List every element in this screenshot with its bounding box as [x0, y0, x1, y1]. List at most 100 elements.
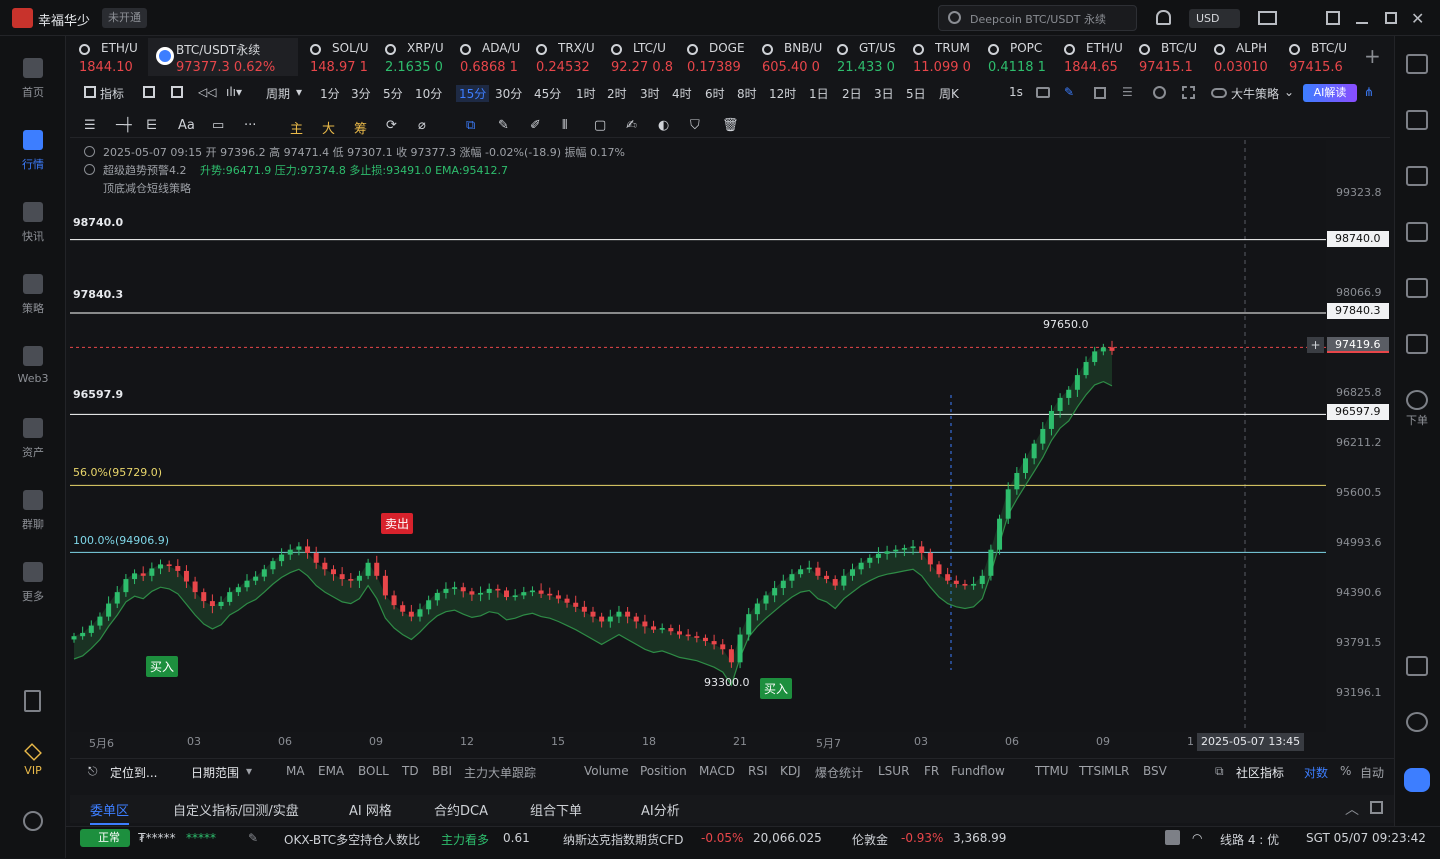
panel-tab[interactable]: 组合下单: [530, 800, 582, 819]
filter-icon[interactable]: ⛉: [690, 118, 700, 133]
text-icon[interactable]: Aa: [178, 118, 195, 133]
stats-icon[interactable]: [1406, 222, 1428, 242]
indicator-toggle[interactable]: Fundflow: [951, 764, 1005, 778]
layout-icon[interactable]: [1406, 54, 1428, 74]
locate-icon[interactable]: ⎋: [88, 764, 98, 779]
indicator-toggle[interactable]: 主力大单跟踪: [464, 764, 536, 781]
log-toggle[interactable]: 对数: [1304, 764, 1328, 781]
currency-select[interactable]: USD: [1189, 9, 1240, 28]
symbol-tab[interactable]: TRUM 11.099 0: [913, 38, 979, 76]
sidebar-item[interactable]: 策略: [0, 274, 66, 316]
pencil-icon[interactable]: ✎: [1064, 85, 1074, 99]
community-indicator-button[interactable]: 社区指标: [1236, 764, 1284, 781]
edit-icon[interactable]: ✍: [626, 118, 637, 133]
symbol-tab[interactable]: GT/US 21.433 0: [837, 38, 903, 76]
panel-tab[interactable]: 合约DCA: [434, 800, 488, 819]
collapse-icon[interactable]: [84, 146, 95, 157]
indicator-toggle[interactable]: BOLL: [358, 764, 389, 778]
symbol-tab[interactable]: XRP/U 2.1635 0: [385, 38, 451, 76]
sidebar-item[interactable]: 群聊: [0, 490, 66, 532]
interval-button[interactable]: 5日: [906, 85, 926, 102]
fullscreen-icon[interactable]: [1182, 86, 1195, 99]
share-icon[interactable]: ⋔: [1364, 85, 1374, 99]
panel-icon[interactable]: [1406, 656, 1428, 676]
symbol-tab[interactable]: BTC/U 97415.6: [1289, 38, 1351, 76]
period-select[interactable]: 周期: [266, 85, 290, 102]
symbol-tab[interactable]: ETH/U 1844.10: [79, 38, 147, 76]
auto-toggle[interactable]: 自动: [1360, 764, 1384, 781]
interval-button[interactable]: 4时: [672, 85, 692, 102]
ticker-name[interactable]: 伦敦金: [852, 831, 888, 848]
indicator-toggle[interactable]: TTSI: [1079, 764, 1105, 778]
calendar-icon[interactable]: [143, 86, 155, 98]
ticker-name[interactable]: 纳斯达克指数期货CFD: [563, 831, 684, 848]
channel-icon[interactable]: ⋿: [146, 118, 157, 133]
interval-button[interactable]: 1分: [320, 85, 340, 102]
erase-icon[interactable]: ⌀: [418, 118, 426, 133]
maximize-icon[interactable]: [1385, 12, 1397, 24]
symbol-tab[interactable]: BTC/USDT永续 97377.3 0.62%: [148, 38, 298, 76]
symbol-tab[interactable]: SOL/U 148.97 1: [310, 38, 376, 76]
indicator-button[interactable]: 指标: [100, 85, 124, 102]
add-tab-icon[interactable]: +: [1364, 44, 1381, 68]
magnet-icon[interactable]: ◐: [658, 118, 669, 133]
symbol-tab[interactable]: ALPH 0.03010: [1214, 38, 1280, 76]
interval-button[interactable]: 3分: [351, 85, 371, 102]
panel-tab[interactable]: AI 网格: [349, 800, 392, 819]
indicator-toggle[interactable]: Volume: [584, 764, 629, 778]
edit-icon[interactable]: ✎: [248, 831, 258, 845]
indicator-toggle[interactable]: MLR: [1104, 764, 1129, 778]
indicator-toggle[interactable]: EMA: [318, 764, 344, 778]
sidebar-item[interactable]: 快讯: [0, 202, 66, 244]
indicator-toggle[interactable]: TTMU: [1035, 764, 1069, 778]
main-toggle[interactable]: 主: [290, 118, 303, 137]
layout-split-icon[interactable]: [171, 86, 183, 98]
chip-toggle[interactable]: 筹: [354, 118, 367, 137]
strategy-select[interactable]: 大牛策略: [1231, 85, 1279, 102]
sidebar-item[interactable]: 首页: [0, 58, 66, 100]
interval-button[interactable]: 30分: [495, 85, 522, 102]
interval-button[interactable]: 3时: [640, 85, 660, 102]
symbol-tab[interactable]: POPC 0.4118 1: [988, 38, 1054, 76]
gear-icon[interactable]: [1153, 86, 1166, 99]
bell-icon[interactable]: [1156, 10, 1171, 25]
indicator-toggle[interactable]: LSUR: [878, 764, 909, 778]
list-icon[interactable]: ☰: [1122, 85, 1133, 99]
lines-icon[interactable]: ☰: [84, 118, 96, 133]
order-label[interactable]: 下单: [1406, 412, 1428, 428]
interval-button[interactable]: 45分: [534, 85, 561, 102]
interval-button[interactable]: 12时: [769, 85, 796, 102]
interval-button[interactable]: 周K: [939, 85, 959, 102]
indicator-toggle[interactable]: RSI: [748, 764, 768, 778]
symbol-tab[interactable]: LTC/U 92.27 0.8: [611, 38, 677, 76]
sidebar-item[interactable]: 资产: [0, 418, 66, 460]
bars-icon[interactable]: ⫴: [562, 118, 567, 133]
sidebar-item[interactable]: 行情: [0, 130, 66, 172]
close-icon[interactable]: ✕: [1411, 9, 1424, 28]
sync-icon[interactable]: ⟳: [386, 118, 397, 133]
symbol-tab[interactable]: ADA/U 0.6868 1: [460, 38, 526, 76]
indicator-toggle[interactable]: MA: [286, 764, 305, 778]
symbol-tab[interactable]: BNB/U 605.40 0: [762, 38, 828, 76]
indicator-toggle[interactable]: BSV: [1143, 764, 1167, 778]
interval-button[interactable]: 2时: [607, 85, 627, 102]
interval-button[interactable]: 8时: [737, 85, 757, 102]
assistant-icon[interactable]: [1404, 768, 1430, 792]
tick-button[interactable]: 1s: [1009, 85, 1023, 99]
interval-button[interactable]: 5分: [383, 85, 403, 102]
order-icon[interactable]: [1406, 390, 1428, 410]
popout-icon[interactable]: [1326, 11, 1340, 25]
mail-icon[interactable]: [1258, 11, 1277, 25]
panel-tab[interactable]: 自定义指标/回测/实盘: [173, 800, 299, 819]
expand-icon[interactable]: [1370, 801, 1383, 814]
interval-button[interactable]: 2日: [842, 85, 862, 102]
collapse-up-icon[interactable]: ︿: [1345, 799, 1359, 819]
device-icon[interactable]: [24, 690, 41, 712]
sidebar-item[interactable]: Web3: [0, 346, 66, 385]
indicator-toggle[interactable]: Position: [640, 764, 687, 778]
indicator-toggle[interactable]: BBI: [432, 764, 452, 778]
minimize-icon[interactable]: [1356, 22, 1368, 24]
hline-icon[interactable]: ─┼: [116, 118, 132, 133]
trash-icon[interactable]: 🗑: [722, 118, 739, 133]
interval-button[interactable]: 15分: [456, 85, 490, 102]
